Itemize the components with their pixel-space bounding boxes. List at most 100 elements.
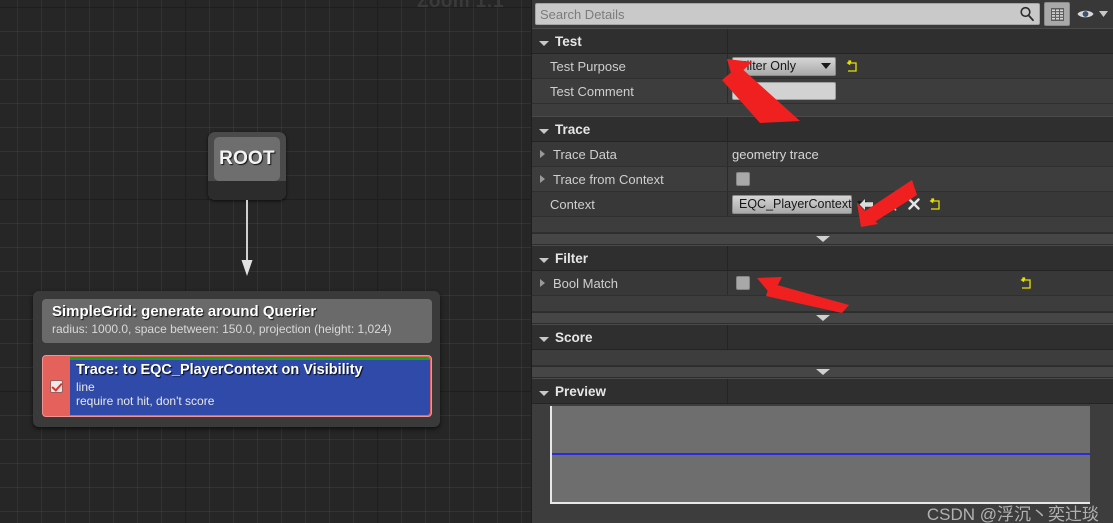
property-value-cell: Filter Only	[728, 54, 1113, 78]
graph-node-generator[interactable]: SimpleGrid: generate around Querier radi…	[42, 299, 432, 343]
trace-from-context-checkbox[interactable]	[736, 172, 750, 186]
property-row-test-purpose[interactable]: Test Purpose Filter Only	[532, 54, 1113, 79]
category-spacer	[532, 217, 1113, 233]
zoom-level-label: Zoom 1:1	[417, 0, 504, 12]
category-label: Preview	[555, 383, 607, 399]
preview-area: CSDN @浮沉丶奕辻琰	[532, 404, 1113, 523]
category-spacer	[532, 104, 1113, 116]
context-dropdown[interactable]: EQC_PlayerContext	[732, 194, 867, 214]
category-header-test[interactable]: Test	[532, 28, 1113, 54]
property-label-cell: Trace Data	[532, 142, 728, 166]
property-row-trace-data[interactable]: Trace Data geometry trace	[532, 142, 1113, 167]
grid-view-icon	[1050, 7, 1064, 21]
expand-arrow-icon[interactable]	[539, 149, 548, 159]
chevron-double-down-icon	[815, 369, 830, 375]
graph-node-root[interactable]: ROOT	[208, 132, 286, 200]
close-icon	[908, 198, 920, 210]
property-value-cell	[728, 271, 1113, 295]
property-label: Trace Data	[553, 146, 617, 162]
category-header-score[interactable]: Score	[532, 324, 1113, 350]
property-row-context[interactable]: Context EQC_PlayerContext	[532, 192, 1113, 217]
toolbar-dropdown-button[interactable]	[1097, 2, 1110, 26]
category-label: Trace	[555, 121, 591, 137]
category-header-filter[interactable]: Filter	[532, 245, 1113, 271]
property-label: Test Comment	[550, 83, 634, 99]
chevron-down-icon	[821, 63, 831, 69]
view-options-button[interactable]	[1044, 2, 1070, 26]
chevron-double-down-icon	[815, 315, 830, 321]
expand-section-trace[interactable]	[532, 233, 1113, 245]
trace-data-value: geometry trace	[732, 146, 819, 162]
category-header-right	[728, 379, 1113, 403]
property-label-cell: Bool Match	[532, 271, 728, 295]
graph-connector-arrow	[241, 200, 253, 276]
expand-arrow-icon[interactable]	[539, 174, 548, 184]
reset-icon[interactable]	[929, 197, 942, 211]
property-label-cell: Test Comment	[532, 79, 728, 103]
property-label-cell: Trace from Context	[532, 167, 728, 191]
generator-subtitle: radius: 1000.0, space between: 150.0, pr…	[52, 322, 392, 336]
property-value-cell	[728, 167, 1113, 191]
preview-score-line	[552, 453, 1090, 455]
generator-title: SimpleGrid: generate around Querier	[52, 303, 317, 320]
test-purpose-dropdown[interactable]: Filter Only	[732, 56, 836, 76]
property-value-cell: EQC_PlayerContext	[728, 192, 1113, 216]
category-header-right	[728, 325, 1113, 349]
bool-match-checkbox[interactable]	[736, 276, 750, 290]
test-node-title: Trace: to EQC_PlayerContext on Visibilit…	[76, 362, 363, 378]
preview-chart	[550, 406, 1090, 504]
reset-icon[interactable]	[846, 59, 859, 73]
search-icon	[1020, 6, 1034, 22]
eqs-graph-canvas[interactable]: Zoom 1:1 ROOT SimpleGrid: generate aroun…	[0, 0, 531, 523]
browse-to-asset-button[interactable]	[880, 195, 900, 213]
category-header-left: Score	[532, 325, 728, 349]
test-node-body[interactable]: Trace: to EQC_PlayerContext on Visibilit…	[70, 357, 430, 415]
context-value: EQC_PlayerContext	[739, 197, 852, 211]
property-row-bool-match[interactable]: Bool Match	[532, 271, 1113, 296]
collapse-triangle-icon	[539, 257, 549, 263]
root-node-title-bar: ROOT	[214, 137, 280, 181]
clear-asset-button[interactable]	[904, 195, 924, 213]
property-label: Context	[550, 196, 595, 212]
graph-node-test[interactable]: Trace: to EQC_PlayerContext on Visibilit…	[42, 355, 432, 417]
arrow-left-icon	[859, 198, 873, 210]
chevron-down-icon	[1099, 11, 1108, 17]
property-row-trace-from-context[interactable]: Trace from Context	[532, 167, 1113, 192]
expand-arrow-icon[interactable]	[539, 278, 548, 288]
property-row-test-comment[interactable]: Test Comment	[532, 79, 1113, 104]
collapse-triangle-icon	[539, 336, 549, 342]
root-node-footer	[208, 181, 286, 200]
property-value-cell	[728, 79, 1113, 103]
test-purpose-value: Filter Only	[739, 59, 796, 73]
category-label: Score	[555, 329, 593, 345]
category-header-right	[728, 246, 1113, 270]
category-label: Test	[555, 33, 582, 49]
test-node-line2: require not hit, don't score	[76, 394, 215, 408]
watermark-text: CSDN @浮沉丶奕辻琰	[926, 505, 1099, 523]
collapse-triangle-icon	[539, 128, 549, 134]
category-header-left: Test	[532, 29, 728, 53]
category-header-left: Trace	[532, 117, 728, 141]
category-label: Filter	[555, 250, 589, 266]
eqs-editor-window: Zoom 1:1 ROOT SimpleGrid: generate aroun…	[0, 0, 1113, 523]
property-label-cell: Test Purpose	[532, 54, 728, 78]
category-header-preview[interactable]: Preview	[532, 378, 1113, 404]
category-header-trace[interactable]: Trace	[532, 116, 1113, 142]
use-selected-asset-button[interactable]	[856, 195, 876, 213]
expand-section-score[interactable]	[532, 366, 1113, 378]
category-spacer	[532, 350, 1113, 366]
search-icon	[884, 197, 897, 211]
test-comment-input[interactable]	[732, 82, 836, 100]
eye-icon	[1077, 10, 1093, 18]
root-node-label: ROOT	[219, 148, 275, 169]
details-panel: Search Details Test Test Purpose Filter …	[531, 0, 1113, 523]
test-enabled-checkbox[interactable]	[50, 379, 63, 393]
reset-icon[interactable]	[1020, 276, 1033, 290]
visibility-options-button[interactable]	[1073, 2, 1097, 26]
test-node-line1: line	[76, 380, 95, 394]
property-label: Test Purpose	[550, 58, 626, 74]
search-placeholder: Search Details	[540, 6, 625, 22]
expand-section-filter[interactable]	[532, 312, 1113, 324]
search-input[interactable]: Search Details	[535, 3, 1040, 25]
category-spacer	[532, 296, 1113, 312]
